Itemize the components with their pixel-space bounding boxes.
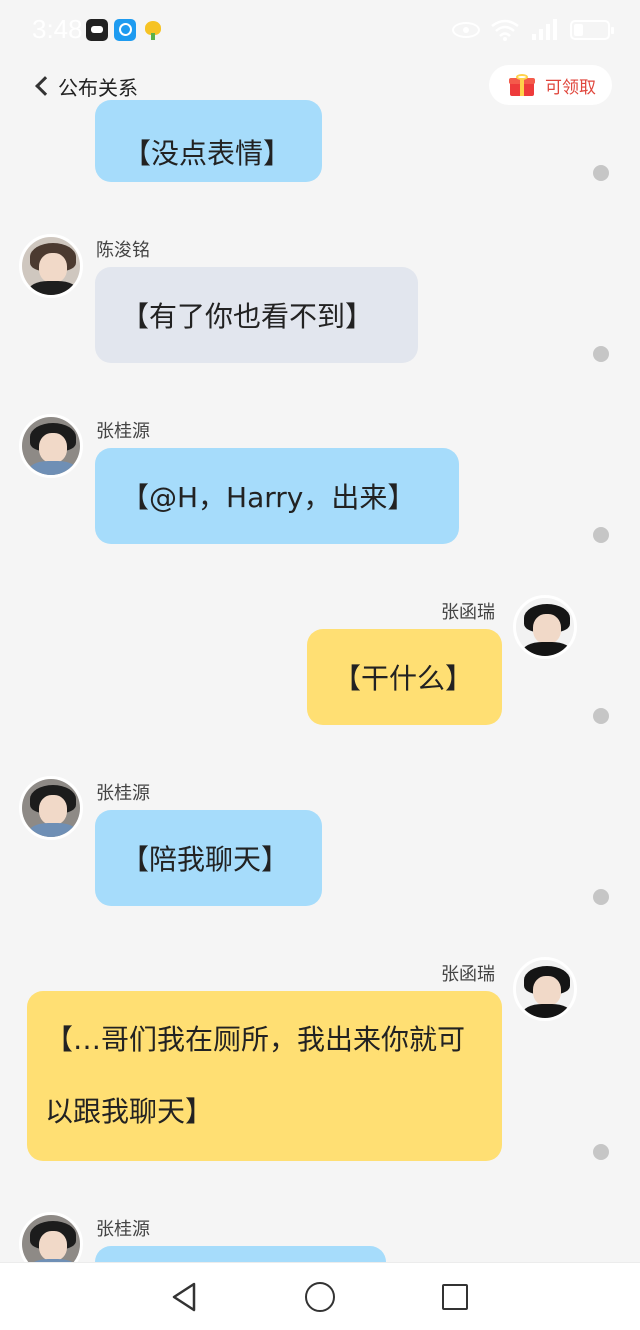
signal-icon <box>530 18 560 42</box>
status-time: 3:48 <box>32 14 83 44</box>
navigation-bar <box>0 1262 640 1330</box>
search-app-icon <box>114 19 136 41</box>
wifi-icon <box>490 18 520 42</box>
battery-icon <box>570 20 614 40</box>
flower-app-icon <box>142 19 164 41</box>
message-text: 【没点表情】 <box>123 137 292 170</box>
sender-name: 张函瑞 <box>441 964 495 985</box>
reward-label: 可领取 <box>545 77 596 98</box>
message-bubble[interactable] <box>95 1246 386 1262</box>
message-text: 【有了你也看不到】 <box>121 300 374 333</box>
avatar[interactable] <box>19 414 83 478</box>
read-status-dot <box>593 889 609 905</box>
read-status-dot <box>593 1144 609 1160</box>
chat-title: 公布关系 <box>58 75 138 100</box>
message-bubble[interactable]: 【陪我聊天】 <box>95 810 322 906</box>
sender-name: 张函瑞 <box>441 602 495 623</box>
message-bubble[interactable]: 【有了你也看不到】 <box>95 267 418 363</box>
nav-recent-icon[interactable] <box>442 1284 468 1310</box>
avatar[interactable] <box>19 1212 83 1262</box>
message-bubble[interactable]: 【干什么】 <box>307 629 502 725</box>
nav-back-icon[interactable] <box>170 1281 198 1313</box>
status-icons <box>452 16 614 44</box>
eye-icon <box>452 22 480 38</box>
message-text: 【陪我聊天】 <box>121 843 290 876</box>
nav-home-icon[interactable] <box>305 1282 335 1312</box>
avatar[interactable] <box>513 957 577 1021</box>
reward-button[interactable]: 可领取 <box>489 65 612 105</box>
sender-name: 张桂源 <box>96 783 150 804</box>
sender-name: 张桂源 <box>96 421 150 442</box>
avatar[interactable] <box>19 234 83 298</box>
status-bar: 3:48 <box>0 0 640 60</box>
sender-name: 陈浚铭 <box>96 240 150 261</box>
chevron-left-icon <box>35 76 55 96</box>
message-bubble[interactable]: 【@H，Harry，出来】 <box>95 448 459 544</box>
gift-icon <box>509 74 535 96</box>
back-button[interactable]: 公布关系 <box>30 68 138 104</box>
message-bubble[interactable]: 【没点表情】 <box>95 100 322 182</box>
read-status-dot <box>593 527 609 543</box>
avatar[interactable] <box>513 595 577 659</box>
avatar[interactable] <box>19 776 83 840</box>
bear-app-icon <box>86 19 108 41</box>
read-status-dot <box>593 708 609 724</box>
message-text: 【…哥们我在厕所，我出来你就可以跟我聊天】 <box>45 1023 466 1128</box>
message-bubble[interactable]: 【…哥们我在厕所，我出来你就可以跟我聊天】 <box>27 991 502 1161</box>
read-status-dot <box>593 165 609 181</box>
message-text: 【@H，Harry，出来】 <box>121 481 416 514</box>
message-text: 【干什么】 <box>333 662 474 695</box>
chat-area[interactable]: 【没点表情】 陈浚铭 【有了你也看不到】 张桂源 【@H，Harry，出来】 张… <box>0 0 640 1262</box>
sender-name: 张桂源 <box>96 1219 150 1240</box>
read-status-dot <box>593 346 609 362</box>
